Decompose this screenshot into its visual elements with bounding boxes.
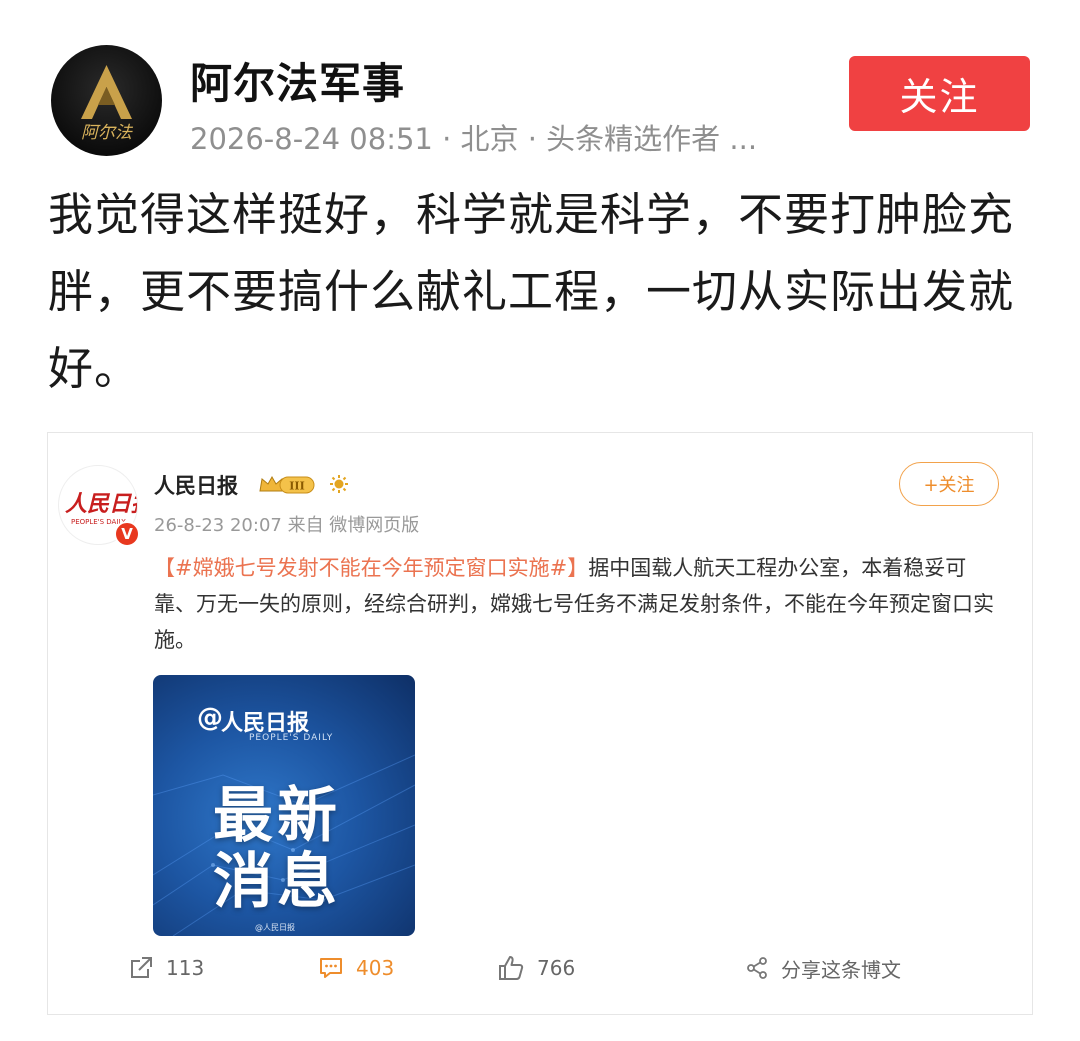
- level-badge-text: III: [289, 480, 304, 493]
- weibo-avatar-logo: 人民日报: [65, 491, 137, 517]
- share-icon: [131, 957, 152, 978]
- crown-level-icon: III: [259, 475, 315, 494]
- author-name[interactable]: 阿尔法军事: [190, 50, 405, 111]
- comment-count: 403: [356, 956, 395, 980]
- weibo-follow-button[interactable]: +关注: [899, 462, 999, 506]
- weibo-author-name[interactable]: 人民日报: [154, 470, 238, 500]
- image-brand-sub: PEOPLE'S DAILY: [249, 733, 334, 743]
- verified-v-icon: V: [114, 521, 140, 547]
- share-nodes-icon: [747, 957, 767, 979]
- share-post-label: 分享这条博文: [781, 957, 901, 982]
- like-action[interactable]: 766: [497, 948, 575, 988]
- weibo-meta: 26-8-23 20:07 来自 微博网页版: [154, 515, 420, 536]
- comment-action[interactable]: 403: [318, 948, 394, 988]
- post-meta: 2026-8-24 08:51 · 北京 · 头条精选作者 ...: [190, 122, 758, 156]
- weibo-action-bar: 113 403 766 分享这条博文: [48, 948, 1034, 988]
- like-count: 766: [537, 956, 576, 980]
- image-brand-at: @: [197, 703, 223, 733]
- image-headline-line2: 消息: [213, 847, 341, 917]
- comment-icon: [320, 958, 342, 978]
- post-text: 我觉得这样挺好，科学就是科学，不要打肿脸充胖，更不要搞什么献礼工程，一切从实际出…: [48, 188, 1015, 395]
- share-count: 113: [166, 956, 205, 980]
- share-post-action[interactable]: 分享这条博文: [745, 948, 901, 988]
- embedded-weibo-card[interactable]: 人民日报 PEOPLE'S DAILY V 人民日报 III 26-8-23 2…: [47, 432, 1033, 1015]
- sun-badge-icon: [330, 475, 348, 493]
- alpha-logo-icon: 阿尔法: [81, 65, 134, 143]
- weibo-topic-link[interactable]: 【#嫦娥七号发射不能在今年预定窗口实施#】: [154, 556, 588, 580]
- author-avatar[interactable]: 阿尔法: [51, 45, 162, 156]
- avatar-logo-text: 阿尔法: [81, 123, 134, 143]
- thumbs-up-icon: [499, 956, 524, 980]
- image-watermark: @人民日报: [255, 923, 295, 932]
- news-image[interactable]: @ 人民日报 PEOPLE'S DAILY 最新 消息 @人民日报: [153, 675, 415, 936]
- share-action[interactable]: 113: [128, 948, 204, 988]
- weibo-text: 【#嫦娥七号发射不能在今年预定窗口实施#】据中国载人航天工程办公室，本着稳妥可靠…: [154, 550, 1004, 658]
- follow-button[interactable]: 关注: [849, 56, 1030, 131]
